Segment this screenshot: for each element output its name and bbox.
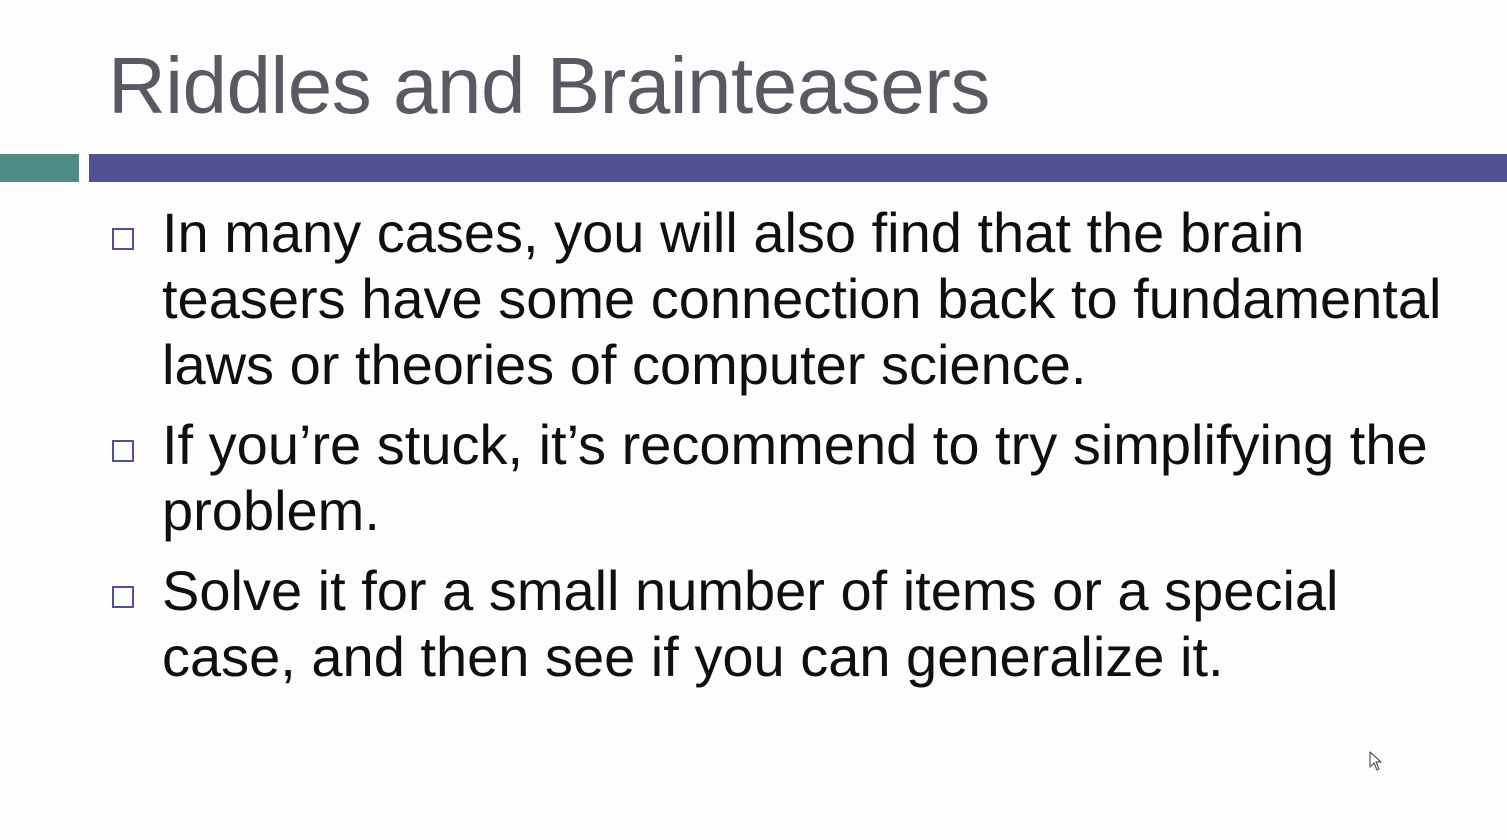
- bullet-item: If you’re stuck, it’s recommend to try s…: [108, 412, 1448, 544]
- title-accent-bar-teal: [0, 154, 79, 182]
- bullet-text: If you’re stuck, it’s recommend to try s…: [162, 413, 1428, 542]
- mouse-pointer-icon: [1369, 751, 1382, 771]
- square-bullet-icon: [112, 440, 134, 462]
- bullet-list: In many cases, you will also find that t…: [108, 200, 1448, 704]
- square-bullet-icon: [112, 586, 134, 608]
- title-accent-bar-purple: [89, 154, 1507, 182]
- bullet-item: Solve it for a small number of items or …: [108, 558, 1448, 690]
- square-bullet-icon: [112, 228, 134, 250]
- slide: Riddles and Brainteasers In many cases, …: [0, 0, 1507, 840]
- bullet-item: In many cases, you will also find that t…: [108, 200, 1448, 398]
- bullet-text: Solve it for a small number of items or …: [162, 559, 1339, 688]
- bullet-text: In many cases, you will also find that t…: [162, 201, 1442, 396]
- slide-title: Riddles and Brainteasers: [108, 41, 990, 130]
